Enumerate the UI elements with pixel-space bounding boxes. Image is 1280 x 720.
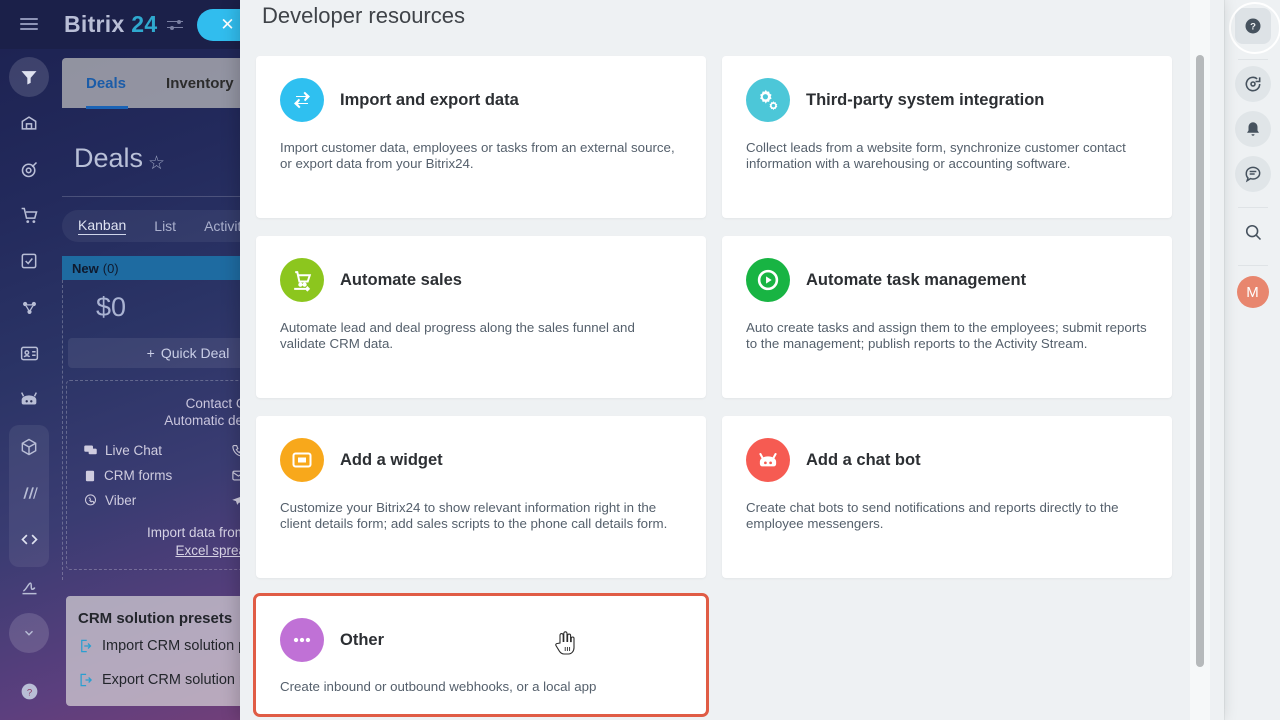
sidebar-item-marketplace[interactable]	[9, 427, 49, 467]
sidebar-item-automation[interactable]	[9, 287, 49, 327]
filter-icon[interactable]	[9, 57, 49, 97]
sidebar-item-sales[interactable]	[9, 195, 49, 235]
card-import-and-export-data[interactable]: Import and export data Import customer d…	[256, 56, 706, 218]
card-description: Automate lead and deal progress along th…	[280, 320, 635, 351]
view-tab-list[interactable]: List	[154, 218, 176, 234]
kanban-column-divider	[62, 280, 63, 580]
card-title: Add a widget	[340, 450, 443, 469]
tab-active-underline	[86, 106, 128, 109]
card-description: Auto create tasks and assign them to the…	[746, 320, 1147, 351]
rail-divider	[1237, 207, 1268, 208]
plus-icon: +	[146, 345, 155, 361]
gears-icon	[746, 78, 790, 122]
rail-divider	[1237, 265, 1268, 266]
settings-sliders-icon[interactable]	[167, 18, 184, 32]
card-add-a-widget[interactable]: Add a widget Customize your Bitrix24 to …	[256, 416, 706, 578]
left-icon-rail: ?	[0, 49, 58, 720]
sidebar-item-crm[interactable]	[9, 149, 49, 189]
stage-name: New	[72, 260, 99, 276]
channel-label: Viber	[105, 493, 137, 508]
svg-text:?: ?	[1250, 22, 1256, 33]
channel-crm-forms[interactable]: CRM forms	[83, 468, 231, 483]
ellipsis-icon	[280, 618, 324, 662]
card-header: Import and export data	[280, 78, 682, 122]
card-other[interactable]: Other Create inbound or outbound webhook…	[253, 593, 709, 717]
channel-label: CRM forms	[104, 468, 173, 483]
card-header: Add a widget	[280, 438, 682, 482]
sidebar-item-developer-resources[interactable]	[9, 519, 49, 559]
sidebar-item-analytics[interactable]	[9, 473, 49, 513]
card-add-a-chat-bot[interactable]: Add a chat bot Create chat bots to send …	[722, 416, 1172, 578]
shopping-cart-icon	[280, 258, 324, 302]
more-chevron-icon[interactable]	[9, 613, 49, 653]
card-description: Import customer data, employees or tasks…	[280, 140, 675, 171]
card-header: Automate task management	[746, 258, 1148, 302]
export-icon	[78, 672, 93, 695]
card-automate-task-management[interactable]: Automate task management Auto create tas…	[722, 236, 1172, 398]
sidebar-item-contacts[interactable]	[9, 333, 49, 373]
developer-group	[9, 425, 49, 567]
tab-deals[interactable]: Deals	[86, 75, 126, 92]
sidebar-item-sign[interactable]	[9, 567, 49, 607]
brand-logo[interactable]: Bitrix 24	[64, 11, 157, 38]
card-title: Import and export data	[340, 90, 519, 109]
brand-number: 24	[131, 11, 158, 37]
stage-count: (0)	[102, 260, 119, 276]
card-title: Add a chat bot	[806, 450, 921, 469]
avatar[interactable]: M	[1236, 276, 1269, 308]
sidebar-item-tasks[interactable]	[9, 241, 49, 281]
chat-icon[interactable]	[1234, 156, 1271, 192]
resource-card-grid: Import and export data Import customer d…	[253, 56, 1188, 717]
card-title: Automate sales	[340, 270, 462, 289]
svg-text:?: ?	[26, 687, 31, 698]
card-title: Third-party system integration	[806, 90, 1045, 109]
mouse-cursor	[553, 630, 575, 656]
menu-burger-icon[interactable]	[20, 18, 38, 31]
stage-amount: $0	[96, 292, 127, 322]
channel-live-chat[interactable]: Live Chat	[83, 443, 231, 458]
tab-inventory[interactable]: Inventory	[166, 75, 234, 92]
card-automate-sales[interactable]: Automate sales Automate lead and deal pr…	[256, 236, 706, 398]
panel-scrollbar-thumb[interactable]	[1196, 55, 1204, 667]
card-description: Create inbound or outbound webhooks, or …	[280, 679, 597, 694]
card-description: Customize your Bitrix24 to show relevant…	[280, 500, 668, 531]
history-icon[interactable]	[1234, 66, 1271, 102]
card-header: Automate sales	[280, 258, 682, 302]
sidebar-item-chatbot[interactable]	[9, 379, 49, 419]
card-title: Other	[340, 630, 385, 649]
view-tab-kanban[interactable]: Kanban	[78, 217, 127, 235]
card-description: Collect leads from a website form, synch…	[746, 140, 1126, 171]
panel-title: Developer resources	[262, 3, 465, 28]
card-title: Automate task management	[806, 270, 1027, 289]
import-icon	[78, 638, 93, 661]
card-third-party-system-integration[interactable]: Third-party system integration Collect l…	[722, 56, 1172, 218]
bell-icon[interactable]	[1234, 111, 1271, 147]
import-prefix: Import data from	[146, 525, 250, 540]
page-title: Deals	[74, 143, 144, 173]
developer-resources-panel: Developer resources Import and export da…	[240, 0, 1224, 720]
channel-label: Live Chat	[105, 443, 163, 458]
right-icon-rail: ? M	[1224, 0, 1280, 720]
quick-deal-label: Quick Deal	[160, 345, 230, 361]
favorite-star-icon[interactable]: ☆	[148, 152, 165, 175]
card-header: Other	[280, 618, 682, 662]
card-header: Add a chat bot	[746, 438, 1148, 482]
card-header: Third-party system integration	[746, 78, 1148, 122]
brand-name: Bitrix	[64, 11, 125, 37]
help-icon[interactable]: ?	[1228, 2, 1280, 54]
card-description: Create chat bots to send notifications a…	[746, 500, 1119, 531]
widget-icon	[280, 438, 324, 482]
search-icon[interactable]	[1235, 214, 1271, 250]
help-rail-icon[interactable]: ?	[9, 671, 49, 711]
rail-divider	[1237, 59, 1268, 60]
play-circle-icon	[746, 258, 790, 302]
transfer-arrows-icon	[280, 78, 324, 122]
chat-bot-icon	[746, 438, 790, 482]
channel-viber[interactable]: Viber	[83, 493, 231, 508]
sidebar-item-company[interactable]	[9, 103, 49, 143]
